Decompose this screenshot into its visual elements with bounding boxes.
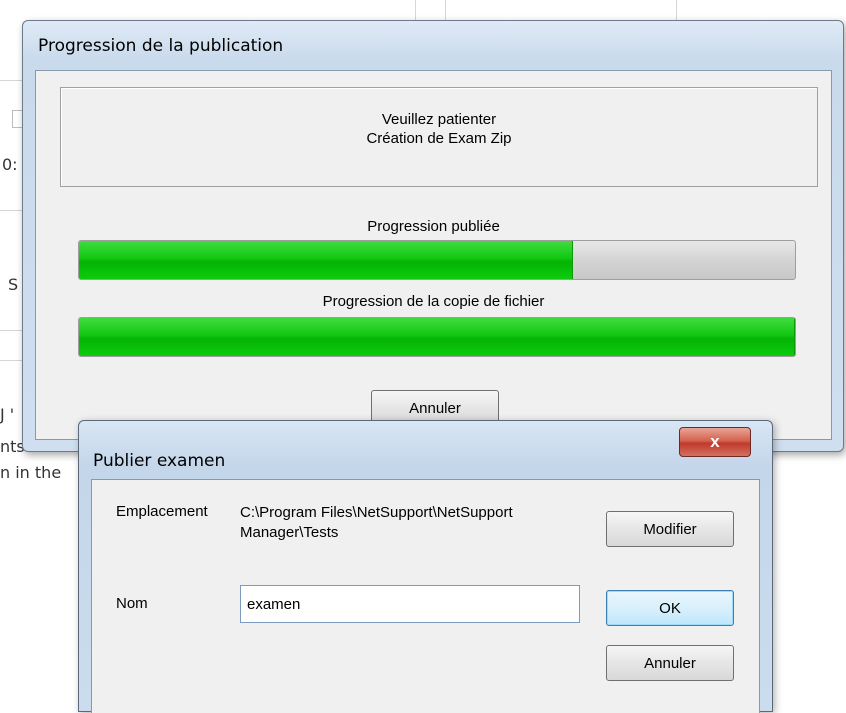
progress-window-body: Veuillez patienter Création de Exam Zip …	[35, 70, 832, 440]
background-divider	[0, 210, 22, 211]
close-button[interactable]: x	[679, 427, 751, 457]
location-label: Emplacement	[116, 503, 208, 520]
publish-exam-dialog: Publier examen x Emplacement C:\Program …	[78, 420, 773, 713]
background-divider	[676, 0, 677, 22]
copy-progress-fill	[79, 318, 795, 356]
background-text: 0:	[2, 155, 18, 174]
publish-progress-label: Progression publiée	[367, 218, 500, 235]
copy-progress-label: Progression de la copie de fichier	[322, 293, 545, 310]
background-text: n in the	[0, 463, 62, 482]
progress-window: Progression de la publication Veuillez p…	[22, 20, 844, 452]
name-input[interactable]	[240, 585, 580, 623]
background-divider	[0, 80, 22, 81]
publish-progress-fill	[79, 241, 574, 279]
publish-dialog-body: Emplacement C:\Program Files\NetSupport\…	[91, 479, 760, 713]
window-title: Progression de la publication	[38, 36, 284, 56]
status-message-box: Veuillez patienter Création de Exam Zip	[60, 87, 818, 187]
status-message-action: Création de Exam Zip	[366, 130, 512, 147]
ok-button[interactable]: OK	[606, 590, 734, 626]
background-divider	[415, 0, 416, 22]
publish-progress-bar	[78, 240, 796, 280]
background-divider	[445, 0, 446, 22]
background-text: J '	[0, 405, 15, 424]
status-message-wait: Veuillez patienter	[381, 111, 497, 128]
background-text: S	[8, 275, 19, 294]
background-divider	[0, 330, 22, 331]
background-divider	[0, 360, 22, 361]
name-label: Nom	[116, 595, 148, 612]
copy-progress-bar	[78, 317, 796, 357]
dialog-title: Publier examen	[93, 451, 226, 471]
modify-button[interactable]: Modifier	[606, 511, 734, 547]
location-path: C:\Program Files\NetSupport\NetSupport M…	[240, 504, 513, 541]
close-icon: x	[710, 432, 720, 451]
cancel-button[interactable]: Annuler	[606, 645, 734, 681]
